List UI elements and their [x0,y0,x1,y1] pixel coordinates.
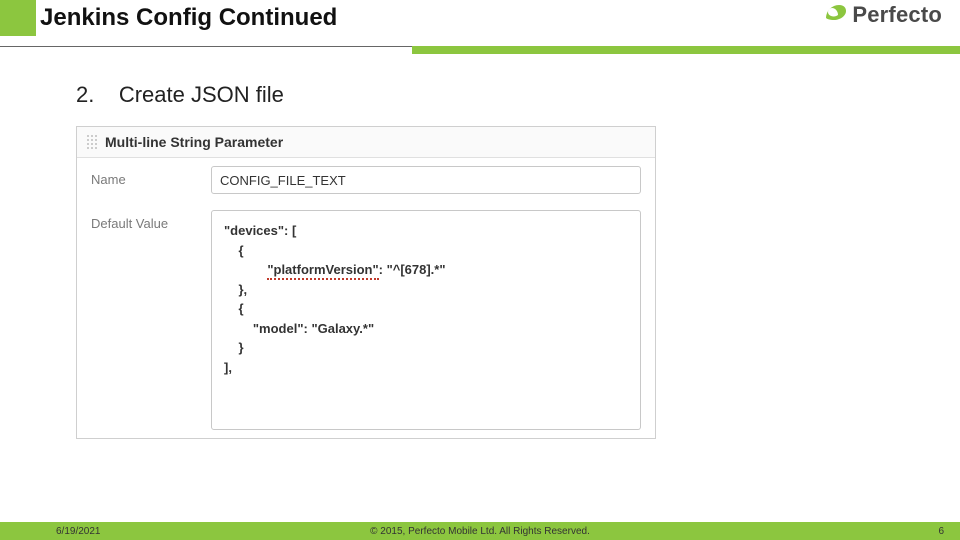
code-line: }, [224,280,628,300]
default-value-textarea[interactable]: "devices": [ { "platformVersion": "^[678… [211,210,641,430]
header-accent-bar [412,46,960,54]
step-number: 2. [76,82,94,107]
footer-page-number: 6 [938,526,944,537]
logo-icon [822,2,848,28]
name-input[interactable] [211,166,641,194]
name-label: Name [91,166,211,187]
logo: Perfecto [822,2,942,28]
name-row: Name [77,158,655,202]
panel-header[interactable]: Multi-line String Parameter [77,127,655,158]
slide-body: 2. Create JSON file Multi-line String Pa… [0,56,960,439]
code-line: "devices": [ [224,221,628,241]
footer-copyright: © 2015, Perfecto Mobile Ltd. All Rights … [370,526,590,537]
step-text: Create JSON file [119,82,284,107]
slide-header: Jenkins Config Continued Perfecto [0,0,960,56]
header-green-block [0,0,36,36]
default-value-row: Default Value "devices": [ { "platformVe… [77,202,655,438]
default-value-label: Default Value [91,210,211,231]
code-line: { [224,241,628,261]
code-line: } [224,338,628,358]
step-heading: 2. Create JSON file [76,82,904,108]
footer-date: 6/19/2021 [56,526,101,537]
logo-wordmark: Perfecto [852,2,942,28]
slide-footer: 6/19/2021 © 2015, Perfecto Mobile Ltd. A… [0,522,960,540]
slide-title: Jenkins Config Continued [40,4,337,32]
spellcheck-underline: "platformVersion" [267,262,378,280]
panel-title: Multi-line String Parameter [105,134,283,150]
code-line: ], [224,358,628,378]
drag-handle-icon[interactable] [85,133,97,151]
code-line: { [224,299,628,319]
code-line: "model": "Galaxy.*" [224,319,628,339]
code-line: "platformVersion": "^[678].*" [224,260,628,280]
jenkins-parameter-panel: Multi-line String Parameter Name Default… [76,126,656,439]
